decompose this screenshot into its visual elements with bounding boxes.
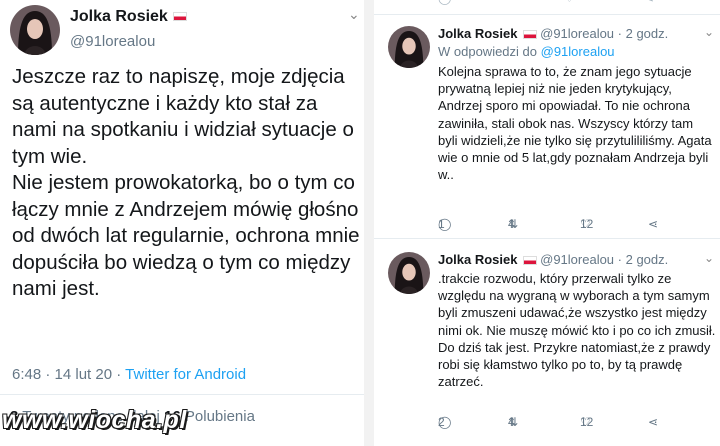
author-handle[interactable]: @91lorealou bbox=[70, 33, 155, 50]
tweet-meta: 6:48 · 14 lut 20 · Twitter for Android bbox=[12, 366, 247, 383]
reply-to-link[interactable]: @91lorealou bbox=[541, 44, 615, 59]
reply-icon[interactable]: ◯ bbox=[438, 0, 451, 5]
reply-header: Jolka Rosiek @91lorealou · 2 godz. bbox=[438, 26, 668, 41]
reply-age: · 2 godz. bbox=[617, 26, 669, 41]
tweet-text: Jeszcze raz to napiszę, moje zdjęcia są … bbox=[12, 64, 362, 303]
author-name[interactable]: Jolka Rosiek bbox=[438, 26, 518, 41]
reply-thread: ◯ ♡ ⋖ Jolka Rosiek @91lorealou · 2 godz.… bbox=[374, 0, 720, 446]
share-icon[interactable]: ⋖ bbox=[644, 0, 654, 5]
tweet-paragraph: Jeszcze raz to napiszę, moje zdjęcia są … bbox=[12, 65, 354, 168]
poland-flag-icon bbox=[172, 12, 187, 22]
tweet-time: 6:48 · 14 lut 20 bbox=[12, 366, 113, 383]
share-icon: ⋖ bbox=[648, 415, 659, 429]
poland-flag-icon bbox=[522, 30, 537, 40]
divider bbox=[374, 238, 720, 239]
chevron-down-icon[interactable]: ⌄ bbox=[348, 6, 360, 23]
avatar[interactable] bbox=[388, 252, 430, 294]
divider bbox=[374, 14, 720, 15]
heart-icon[interactable]: ♡ bbox=[564, 0, 575, 5]
reply-text: .trakcie rozwodu, który przerwali tylko … bbox=[438, 271, 716, 390]
author-name[interactable]: Jolka Rosiek bbox=[438, 252, 518, 267]
previous-tweet-actions: ◯ ♡ ⋖ bbox=[374, 0, 720, 5]
chevron-down-icon[interactable]: ⌄ bbox=[704, 25, 714, 39]
author-handle[interactable]: @91lorealou bbox=[540, 252, 614, 267]
main-tweet: Jolka Rosiek @91lorealou ⌄ Jeszcze raz t… bbox=[0, 0, 364, 446]
poland-flag-icon bbox=[522, 256, 537, 266]
author-handle[interactable]: @91lorealou bbox=[540, 26, 614, 41]
reply-header: Jolka Rosiek @91lorealou · 2 godz. bbox=[438, 252, 668, 267]
reply-age: · 2 godz. bbox=[617, 252, 669, 267]
tweet-source-link[interactable]: Twitter for Android bbox=[125, 366, 246, 383]
avatar[interactable] bbox=[388, 26, 430, 68]
reply-text: Kolejna sprawa to to, że znam jego sytua… bbox=[438, 64, 712, 183]
share-icon: ⋖ bbox=[648, 217, 659, 231]
divider bbox=[0, 394, 364, 395]
watermark: www.wiocha.pl bbox=[2, 406, 187, 434]
avatar[interactable] bbox=[10, 5, 60, 55]
tweet-paragraph: Nie jestem prowokatorką, bo o tym co łąc… bbox=[12, 171, 360, 300]
author-name[interactable]: Jolka Rosiek bbox=[70, 8, 187, 26]
chevron-down-icon[interactable]: ⌄ bbox=[704, 251, 714, 265]
reply-to-line: W odpowiedzi do @91lorealou bbox=[438, 44, 615, 59]
